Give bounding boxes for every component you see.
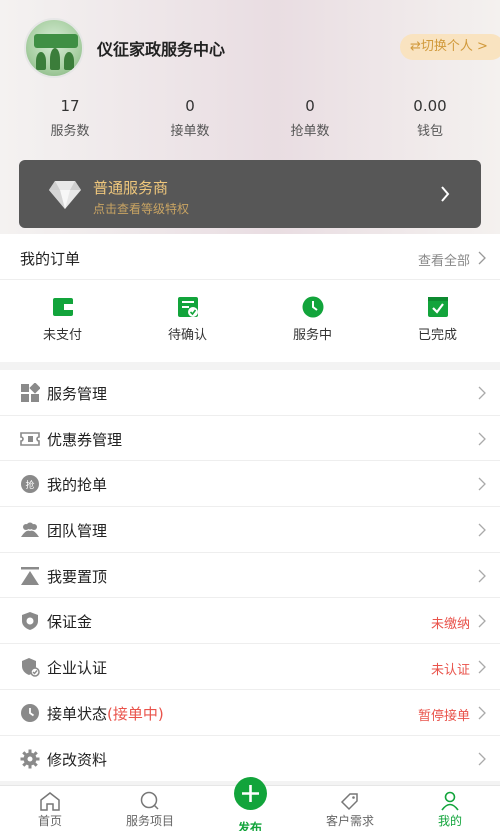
menu-order-status[interactable]: 接单状态(接单中) 暂停接单 bbox=[0, 690, 500, 736]
confirm-icon bbox=[177, 297, 198, 317]
clock-icon bbox=[302, 296, 323, 318]
tab-services[interactable]: 服务项目 bbox=[100, 786, 200, 831]
avatar[interactable] bbox=[24, 18, 84, 78]
stat-value: 17 bbox=[60, 97, 80, 115]
publish-button[interactable] bbox=[234, 777, 267, 810]
plus-icon bbox=[242, 785, 259, 802]
wallet-icon bbox=[52, 298, 73, 316]
menu-label: 团队管理 bbox=[47, 522, 108, 541]
level-subtitle: 点击查看等级特权 bbox=[93, 202, 190, 216]
svg-text:抢: 抢 bbox=[25, 479, 34, 491]
order-unpaid[interactable]: 未支付 bbox=[0, 280, 125, 362]
menu-label: 修改资料 bbox=[47, 750, 108, 769]
chevron-right-icon bbox=[478, 523, 486, 537]
stat-wallet[interactable]: 0.00 钱包 bbox=[370, 95, 490, 139]
order-in-service[interactable]: 服务中 bbox=[250, 280, 375, 362]
check-icon bbox=[427, 297, 448, 317]
gear-icon bbox=[20, 749, 40, 768]
tab-label: 我的 bbox=[437, 814, 462, 828]
tab-mine[interactable]: 我的 bbox=[400, 786, 500, 831]
menu-list: 服务管理 优惠券管理 抢 我的抢单 团队管理 我要置顶 保证金 未缴纳 企业认证… bbox=[0, 370, 500, 782]
menu-deposit[interactable]: 保证金 未缴纳 bbox=[0, 598, 500, 645]
search-icon bbox=[140, 791, 159, 810]
grab-icon: 抢 bbox=[21, 475, 39, 494]
shop-name: 仪征家政服务中心 bbox=[97, 40, 226, 59]
order-status-current: (接单中) bbox=[107, 704, 164, 723]
pause-orders-link[interactable]: 暂停接单 bbox=[418, 705, 470, 724]
stat-value: 0 bbox=[305, 97, 315, 115]
order-label: 未支付 bbox=[42, 328, 82, 343]
menu-label: 我的抢单 bbox=[47, 476, 108, 495]
menu-label: 保证金 bbox=[47, 613, 93, 632]
pin-top-icon bbox=[21, 566, 39, 585]
verification-status: 未认证 bbox=[430, 663, 470, 679]
stat-label: 抢单数 bbox=[290, 124, 330, 139]
view-all-link[interactable]: 查看全部 bbox=[418, 250, 470, 269]
tab-customer-demand[interactable]: 客户需求 bbox=[300, 786, 400, 831]
stat-label: 服务数 bbox=[50, 124, 90, 139]
level-title: 普通服务商 bbox=[93, 179, 169, 197]
team-icon bbox=[21, 522, 39, 538]
menu-label: 我要置顶 bbox=[47, 567, 108, 586]
orders-header[interactable]: 我的订单 查看全部 bbox=[0, 234, 500, 280]
order-pending-confirm[interactable]: 待确认 bbox=[125, 280, 250, 362]
tab-label: 首页 bbox=[37, 814, 62, 828]
tab-label: 服务项目 bbox=[125, 814, 174, 828]
level-card[interactable]: 普通服务商 点击查看等级特权 bbox=[19, 160, 481, 228]
coupon-icon bbox=[20, 431, 40, 446]
stat-value: 0 bbox=[185, 97, 195, 115]
profile-header: 仪征家政服务中心 ⇄切换个人 > 17 服务数 0 接单数 0 抢单数 0.00… bbox=[0, 0, 500, 240]
stat-services[interactable]: 17 服务数 bbox=[10, 95, 130, 139]
order-status-label: 接单状态 bbox=[47, 704, 108, 723]
stat-grabbed[interactable]: 0 抢单数 bbox=[250, 95, 370, 139]
chevron-right-icon bbox=[478, 477, 486, 491]
orders-title: 我的订单 bbox=[20, 250, 81, 268]
order-label: 待确认 bbox=[167, 328, 207, 343]
menu-label: 企业认证 bbox=[47, 659, 108, 678]
stat-value: 0.00 bbox=[413, 97, 447, 115]
stat-label: 钱包 bbox=[416, 124, 443, 139]
home-icon bbox=[40, 792, 60, 811]
deposit-icon bbox=[22, 612, 38, 631]
order-label: 服务中 bbox=[292, 328, 332, 343]
chevron-right-icon bbox=[441, 186, 450, 202]
chevron-right-icon bbox=[478, 752, 486, 765]
chevron-right-icon bbox=[478, 660, 486, 674]
menu-coupon-management[interactable]: 优惠券管理 bbox=[0, 416, 500, 462]
menu-edit-profile[interactable]: 修改资料 bbox=[0, 736, 500, 782]
tag-icon bbox=[340, 793, 358, 811]
stats-row: 17 服务数 0 接单数 0 抢单数 0.00 钱包 bbox=[0, 95, 500, 139]
stat-label: 接单数 bbox=[170, 124, 210, 139]
chevron-right-icon bbox=[478, 706, 486, 720]
chevron-right-icon bbox=[478, 614, 486, 628]
tab-label: 发布 bbox=[237, 821, 262, 831]
menu-my-grab[interactable]: 抢 我的抢单 bbox=[0, 461, 500, 508]
menu-pin-top[interactable]: 我要置顶 bbox=[0, 553, 500, 599]
clock-icon bbox=[21, 703, 39, 722]
menu-label: 接单状态(接单中) bbox=[47, 703, 164, 724]
tab-home[interactable]: 首页 bbox=[0, 786, 100, 831]
deposit-status: 未缴纳 bbox=[430, 617, 470, 633]
chevron-right-icon bbox=[478, 386, 486, 400]
diamond-icon bbox=[49, 181, 81, 209]
orders-section: 我的订单 查看全部 未支付 待确认 服务中 已完成 bbox=[0, 234, 500, 362]
switch-personal-button[interactable]: ⇄切换个人 > bbox=[400, 34, 500, 60]
menu-team-management[interactable]: 团队管理 bbox=[0, 507, 500, 553]
chevron-right-icon bbox=[478, 432, 486, 446]
tab-label: 客户需求 bbox=[325, 814, 374, 828]
menu-label: 优惠券管理 bbox=[47, 430, 123, 449]
chevron-right-icon bbox=[478, 251, 486, 265]
chevron-right-icon bbox=[478, 569, 486, 583]
order-label: 已完成 bbox=[417, 328, 457, 343]
menu-label: 服务管理 bbox=[47, 385, 108, 403]
order-completed[interactable]: 已完成 bbox=[375, 280, 500, 362]
menu-service-management[interactable]: 服务管理 bbox=[0, 370, 500, 416]
shield-icon bbox=[22, 658, 40, 677]
user-icon bbox=[441, 791, 459, 811]
stat-accepted[interactable]: 0 接单数 bbox=[130, 95, 250, 139]
grid-icon bbox=[21, 383, 40, 402]
menu-enterprise-verification[interactable]: 企业认证 未认证 bbox=[0, 644, 500, 690]
